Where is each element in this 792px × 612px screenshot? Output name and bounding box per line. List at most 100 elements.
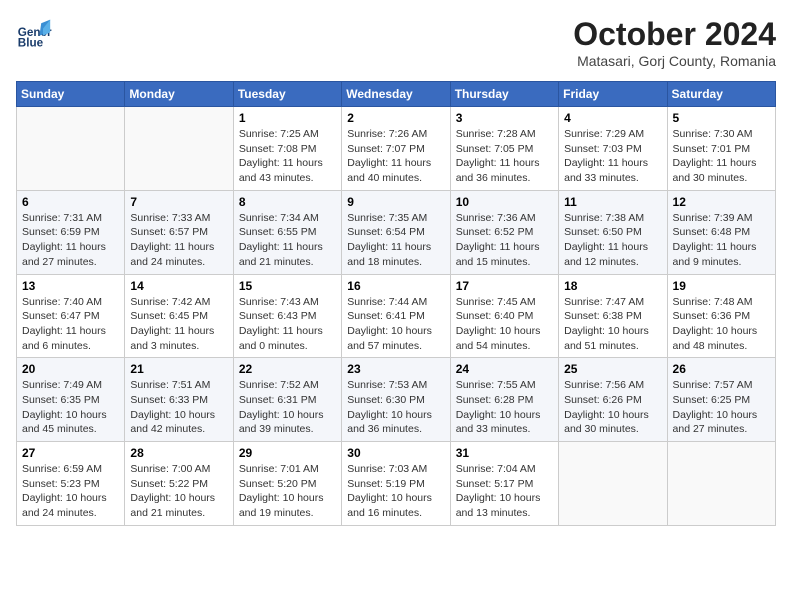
day-number: 30	[347, 446, 444, 460]
weekday-header-sunday: Sunday	[17, 82, 125, 107]
day-info: Sunrise: 7:52 AM Sunset: 6:31 PM Dayligh…	[239, 378, 336, 437]
calendar-cell	[559, 442, 667, 526]
calendar-week-5: 27Sunrise: 6:59 AM Sunset: 5:23 PM Dayli…	[17, 442, 776, 526]
calendar-cell: 4 Sunrise: 7:29 AM Sunset: 7:03 PM Daylig…	[559, 107, 667, 191]
calendar-cell: 12Sunrise: 7:39 AM Sunset: 6:48 PM Dayli…	[667, 190, 775, 274]
calendar-cell: 14 Sunrise: 7:42 AM Sunset: 6:45 PM Dayli…	[125, 274, 233, 358]
calendar-cell: 19 Sunrise: 7:48 AM Sunset: 6:36 PM Dayli…	[667, 274, 775, 358]
day-info: Sunrise: 7:42 AM Sunset: 6:45 PM Dayligh…	[130, 295, 227, 354]
calendar-cell: 23 Sunrise: 7:53 AM Sunset: 6:30 PM Dayli…	[342, 358, 450, 442]
day-number: 23	[347, 362, 444, 376]
day-number: 1	[239, 111, 336, 125]
day-number: 20	[22, 362, 119, 376]
day-info: Sunrise: 7:30 AM Sunset: 7:01 PM Dayligh…	[673, 127, 770, 186]
calendar-cell: 1 Sunrise: 7:25 AM Sunset: 7:08 PM Daylig…	[233, 107, 341, 191]
day-info: Sunrise: 7:26 AM Sunset: 7:07 PM Dayligh…	[347, 127, 444, 186]
calendar-week-3: 13 Sunrise: 7:40 AM Sunset: 6:47 PM Dayli…	[17, 274, 776, 358]
calendar-subtitle: Matasari, Gorj County, Romania	[573, 53, 776, 69]
calendar-cell	[17, 107, 125, 191]
calendar-cell: 18 Sunrise: 7:47 AM Sunset: 6:38 PM Dayli…	[559, 274, 667, 358]
calendar-week-1: 1 Sunrise: 7:25 AM Sunset: 7:08 PM Daylig…	[17, 107, 776, 191]
page-header: General Blue October 2024 Matasari, Gorj…	[16, 16, 776, 69]
day-number: 28	[130, 446, 227, 460]
logo-icon: General Blue	[16, 16, 52, 52]
day-info: Sunrise: 7:39 AM Sunset: 6:48 PM Dayligh…	[673, 211, 770, 270]
day-info: Sunrise: 7:03 AM Sunset: 5:19 PM Dayligh…	[347, 462, 444, 521]
day-number: 22	[239, 362, 336, 376]
calendar-cell: 25Sunrise: 7:56 AM Sunset: 6:26 PM Dayli…	[559, 358, 667, 442]
day-info: Sunrise: 7:55 AM Sunset: 6:28 PM Dayligh…	[456, 378, 553, 437]
day-number: 16	[347, 279, 444, 293]
day-number: 4	[564, 111, 661, 125]
day-info: Sunrise: 7:04 AM Sunset: 5:17 PM Dayligh…	[456, 462, 553, 521]
day-info: Sunrise: 7:33 AM Sunset: 6:57 PM Dayligh…	[130, 211, 227, 270]
day-number: 5	[673, 111, 770, 125]
calendar-cell: 26Sunrise: 7:57 AM Sunset: 6:25 PM Dayli…	[667, 358, 775, 442]
day-info: Sunrise: 7:47 AM Sunset: 6:38 PM Dayligh…	[564, 295, 661, 354]
day-info: Sunrise: 7:01 AM Sunset: 5:20 PM Dayligh…	[239, 462, 336, 521]
day-info: Sunrise: 7:36 AM Sunset: 6:52 PM Dayligh…	[456, 211, 553, 270]
day-info: Sunrise: 7:45 AM Sunset: 6:40 PM Dayligh…	[456, 295, 553, 354]
day-info: Sunrise: 7:35 AM Sunset: 6:54 PM Dayligh…	[347, 211, 444, 270]
day-number: 7	[130, 195, 227, 209]
calendar-cell: 8Sunrise: 7:34 AM Sunset: 6:55 PM Daylig…	[233, 190, 341, 274]
calendar-table: SundayMondayTuesdayWednesdayThursdayFrid…	[16, 81, 776, 526]
day-number: 6	[22, 195, 119, 209]
calendar-cell: 13 Sunrise: 7:40 AM Sunset: 6:47 PM Dayli…	[17, 274, 125, 358]
calendar-cell: 29 Sunrise: 7:01 AM Sunset: 5:20 PM Dayli…	[233, 442, 341, 526]
day-number: 18	[564, 279, 661, 293]
calendar-cell: 31 Sunrise: 7:04 AM Sunset: 5:17 PM Dayli…	[450, 442, 558, 526]
calendar-cell	[667, 442, 775, 526]
day-info: Sunrise: 7:29 AM Sunset: 7:03 PM Dayligh…	[564, 127, 661, 186]
calendar-cell: 5 Sunrise: 7:30 AM Sunset: 7:01 PM Daylig…	[667, 107, 775, 191]
calendar-cell: 7 Sunrise: 7:33 AM Sunset: 6:57 PM Daylig…	[125, 190, 233, 274]
day-number: 17	[456, 279, 553, 293]
calendar-cell: 28 Sunrise: 7:00 AM Sunset: 5:22 PM Dayli…	[125, 442, 233, 526]
day-number: 2	[347, 111, 444, 125]
day-info: Sunrise: 7:34 AM Sunset: 6:55 PM Dayligh…	[239, 211, 336, 270]
weekday-header-friday: Friday	[559, 82, 667, 107]
logo: General Blue	[16, 16, 52, 52]
calendar-cell: 30 Sunrise: 7:03 AM Sunset: 5:19 PM Dayli…	[342, 442, 450, 526]
day-number: 11	[564, 195, 661, 209]
calendar-cell: 24 Sunrise: 7:55 AM Sunset: 6:28 PM Dayli…	[450, 358, 558, 442]
weekday-header-row: SundayMondayTuesdayWednesdayThursdayFrid…	[17, 82, 776, 107]
day-number: 25	[564, 362, 661, 376]
day-number: 3	[456, 111, 553, 125]
day-number: 9	[347, 195, 444, 209]
calendar-cell: 9 Sunrise: 7:35 AM Sunset: 6:54 PM Daylig…	[342, 190, 450, 274]
calendar-cell: 3Sunrise: 7:28 AM Sunset: 7:05 PM Daylig…	[450, 107, 558, 191]
day-info: Sunrise: 7:53 AM Sunset: 6:30 PM Dayligh…	[347, 378, 444, 437]
day-number: 19	[673, 279, 770, 293]
svg-text:Blue: Blue	[18, 37, 44, 50]
day-info: Sunrise: 7:51 AM Sunset: 6:33 PM Dayligh…	[130, 378, 227, 437]
day-number: 13	[22, 279, 119, 293]
calendar-cell: 10 Sunrise: 7:36 AM Sunset: 6:52 PM Dayli…	[450, 190, 558, 274]
day-info: Sunrise: 6:59 AM Sunset: 5:23 PM Dayligh…	[22, 462, 119, 521]
day-info: Sunrise: 7:25 AM Sunset: 7:08 PM Dayligh…	[239, 127, 336, 186]
calendar-cell: 20Sunrise: 7:49 AM Sunset: 6:35 PM Dayli…	[17, 358, 125, 442]
calendar-cell: 17 Sunrise: 7:45 AM Sunset: 6:40 PM Dayli…	[450, 274, 558, 358]
day-info: Sunrise: 7:40 AM Sunset: 6:47 PM Dayligh…	[22, 295, 119, 354]
calendar-cell: 15Sunrise: 7:43 AM Sunset: 6:43 PM Dayli…	[233, 274, 341, 358]
day-number: 29	[239, 446, 336, 460]
calendar-title: October 2024	[573, 16, 776, 53]
calendar-week-2: 6 Sunrise: 7:31 AM Sunset: 6:59 PM Daylig…	[17, 190, 776, 274]
day-number: 10	[456, 195, 553, 209]
weekday-header-wednesday: Wednesday	[342, 82, 450, 107]
day-info: Sunrise: 7:00 AM Sunset: 5:22 PM Dayligh…	[130, 462, 227, 521]
calendar-cell: 2 Sunrise: 7:26 AM Sunset: 7:07 PM Daylig…	[342, 107, 450, 191]
day-number: 26	[673, 362, 770, 376]
day-info: Sunrise: 7:48 AM Sunset: 6:36 PM Dayligh…	[673, 295, 770, 354]
calendar-cell	[125, 107, 233, 191]
calendar-cell: 27Sunrise: 6:59 AM Sunset: 5:23 PM Dayli…	[17, 442, 125, 526]
title-block: October 2024 Matasari, Gorj County, Roma…	[573, 16, 776, 69]
day-number: 24	[456, 362, 553, 376]
day-number: 14	[130, 279, 227, 293]
day-info: Sunrise: 7:31 AM Sunset: 6:59 PM Dayligh…	[22, 211, 119, 270]
day-number: 31	[456, 446, 553, 460]
day-number: 21	[130, 362, 227, 376]
calendar-cell: 16Sunrise: 7:44 AM Sunset: 6:41 PM Dayli…	[342, 274, 450, 358]
day-number: 15	[239, 279, 336, 293]
calendar-week-4: 20Sunrise: 7:49 AM Sunset: 6:35 PM Dayli…	[17, 358, 776, 442]
